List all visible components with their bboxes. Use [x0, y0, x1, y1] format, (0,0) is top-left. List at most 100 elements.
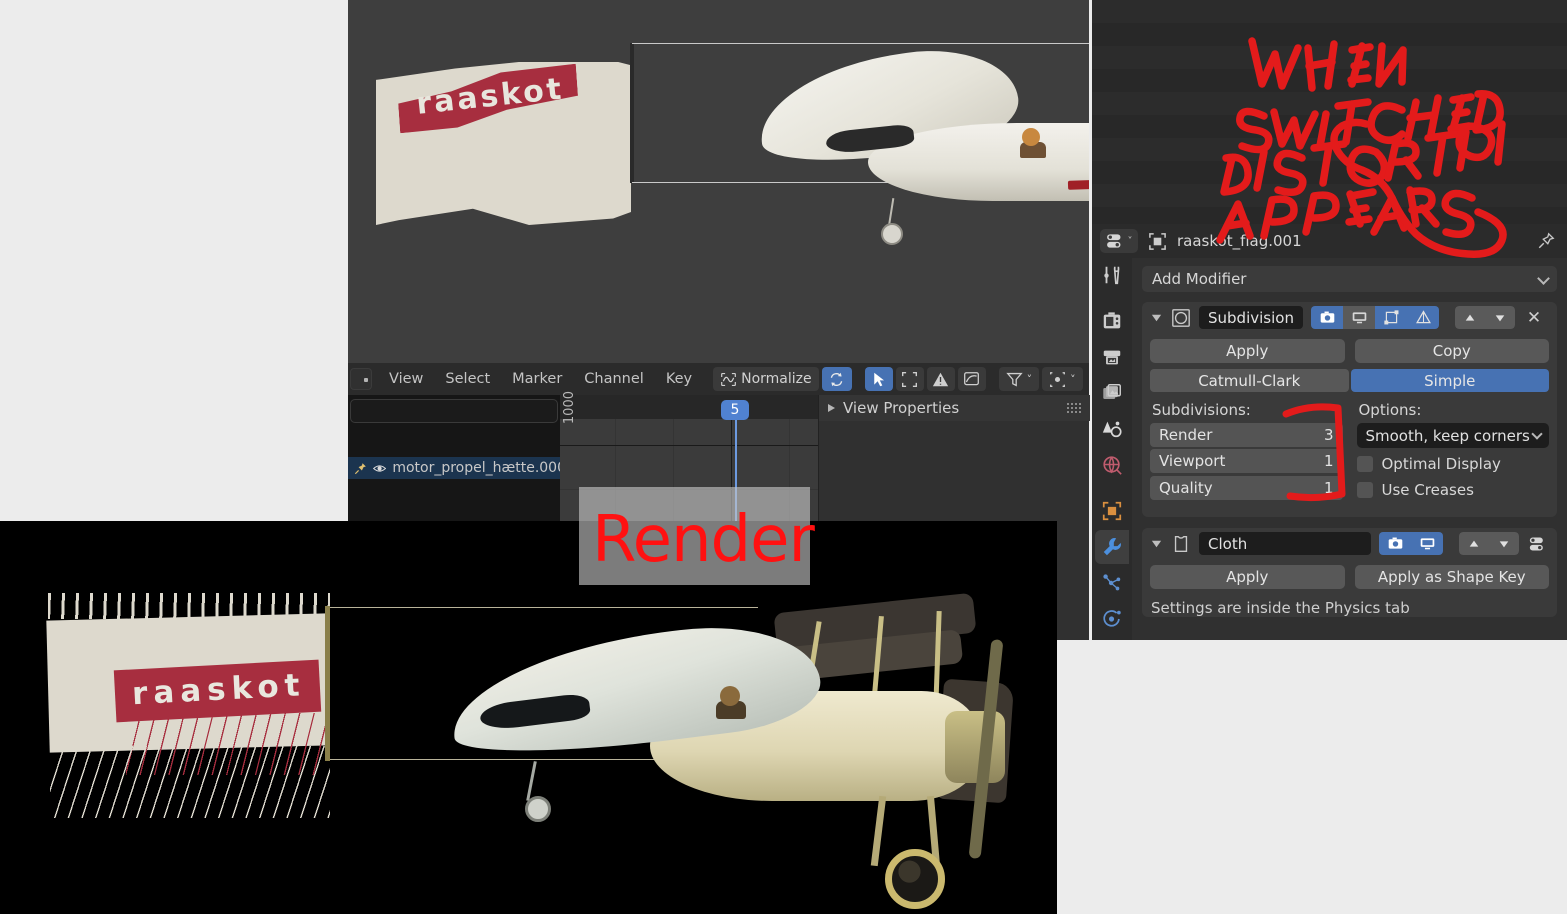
properties-tab-output[interactable]: [1095, 340, 1129, 374]
properties-tab-modifiers[interactable]: [1095, 530, 1129, 564]
subdivision-oncage-toggle[interactable]: [1407, 306, 1439, 329]
properties-tab-particles[interactable]: [1095, 566, 1129, 600]
triangle-down-icon[interactable]: [1150, 537, 1163, 550]
outliner-region[interactable]: [1092, 0, 1567, 230]
object-data-icon: [1149, 232, 1166, 250]
subdivision-values-highlight-box: [1282, 403, 1346, 502]
algorithm-catmull-clark[interactable]: Catmull-Clark: [1150, 369, 1349, 392]
filter-button[interactable]: ˅: [998, 367, 1040, 391]
properties-tab-view-layer[interactable]: [1095, 376, 1129, 410]
menu-marker[interactable]: Marker: [501, 371, 573, 387]
field-quality-label: Quality: [1159, 479, 1213, 497]
subdivision-move-down-button[interactable]: [1485, 306, 1515, 329]
wrench-icon: [1103, 538, 1121, 556]
airplane-model: [748, 28, 1089, 248]
uv-smooth-dropdown[interactable]: Smooth, keep corners: [1356, 423, 1549, 448]
editor-type-icon[interactable]: [350, 368, 372, 390]
render-main-wheel: [885, 849, 945, 909]
menu-select[interactable]: Select: [434, 371, 501, 387]
properties-tab-physics[interactable]: [1095, 602, 1129, 636]
properties-tab-tool[interactable]: [1095, 258, 1129, 292]
cloth-move-up-button[interactable]: [1459, 532, 1489, 555]
view-properties-panel-header[interactable]: View Properties: [819, 395, 1090, 421]
cloth-apply-shape-key-button[interactable]: Apply as Shape Key: [1354, 565, 1549, 589]
particles-icon: [1103, 574, 1121, 591]
cloth-render-toggle[interactable]: [1379, 532, 1411, 555]
cloth-apply-button[interactable]: Apply: [1150, 565, 1345, 589]
optimal-display-row[interactable]: Optimal Display: [1356, 455, 1550, 473]
cloth-viewport-toggle[interactable]: [1411, 532, 1443, 555]
scene-cone-icon: [1102, 421, 1122, 438]
properties-tab-render[interactable]: [1095, 304, 1129, 338]
subdivision-icon: [1172, 308, 1190, 327]
add-modifier-dropdown[interactable]: Add Modifier: [1142, 266, 1557, 292]
properties-tab-world[interactable]: [1095, 448, 1129, 482]
breadcrumb-object-name: raaskot_flag.001: [1177, 232, 1302, 250]
triangle-down-icon[interactable]: [1150, 311, 1163, 324]
proportional-edit-button[interactable]: ˅: [1042, 367, 1083, 391]
subdivision-editmode-toggle[interactable]: [1375, 306, 1407, 329]
ghost-curves-button[interactable]: [957, 367, 986, 391]
physics-orbit-icon: [1103, 610, 1121, 627]
properties-tab-object[interactable]: [1095, 494, 1129, 528]
render-tail-wheel: [525, 796, 551, 822]
cloth-extras-button[interactable]: [1527, 536, 1549, 552]
subdivision-action-row: Apply Copy: [1142, 333, 1557, 363]
normalize-label: Normalize: [741, 371, 812, 387]
render-tail-wheel-strut: [526, 761, 537, 801]
cage-icon: [1415, 310, 1431, 324]
grip-dots-icon[interactable]: [1066, 402, 1082, 413]
subdivision-viewport-toggle[interactable]: [1343, 306, 1375, 329]
pin-icon[interactable]: [1537, 232, 1555, 250]
modifier-cloth-name[interactable]: Cloth: [1199, 532, 1371, 555]
playhead-frame-badge[interactable]: 5: [721, 400, 749, 420]
chevron-down-icon: [1537, 272, 1550, 285]
subdivision-render-toggle[interactable]: [1311, 306, 1343, 329]
properties-tab-column[interactable]: [1092, 258, 1132, 640]
use-creases-row[interactable]: Use Creases: [1356, 481, 1550, 499]
monitor-icon: [1420, 538, 1434, 550]
render-callout-label: Render: [592, 503, 815, 577]
triangle-up-icon: [1465, 314, 1475, 321]
cursor-select-button[interactable]: [864, 367, 893, 391]
proportional-edit-icon: [1050, 371, 1066, 387]
only-errors-button[interactable]: [926, 367, 955, 391]
3d-viewport[interactable]: raaskot: [348, 0, 1089, 363]
modifier-subdivision-name[interactable]: Subdivision: [1199, 306, 1303, 329]
only-errors-icon: [932, 372, 949, 386]
render-distortion-spikes-top: [48, 593, 330, 619]
render-result-image: raaskot: [0, 521, 1057, 914]
subdivision-close-button[interactable]: ✕: [1523, 308, 1545, 328]
eye-icon[interactable]: [373, 461, 387, 476]
browse-data-icon[interactable]: ˅: [1100, 229, 1138, 253]
box-select-button[interactable]: [895, 367, 924, 391]
pin-icon[interactable]: [354, 461, 367, 476]
channel-search-input[interactable]: [350, 399, 558, 423]
options-label: Options:: [1358, 401, 1422, 419]
menu-key[interactable]: Key: [655, 371, 703, 387]
algorithm-simple[interactable]: Simple: [1350, 369, 1549, 392]
filter-icon: [1005, 372, 1023, 386]
menu-view[interactable]: View: [378, 371, 434, 387]
view-properties-title: View Properties: [843, 399, 960, 417]
subdivision-apply-button[interactable]: Apply: [1150, 339, 1345, 363]
menu-channel[interactable]: Channel: [573, 371, 655, 387]
camera-icon: [1388, 537, 1402, 549]
modifier-cloth: Cloth Apply Apply as Shape Key Settings …: [1142, 528, 1557, 617]
channel-name: motor_propel_hætte.000: [392, 460, 566, 476]
browse-data-glyph: [1106, 234, 1120, 248]
images-icon: [1103, 384, 1121, 399]
auto-normalize-button[interactable]: [821, 367, 852, 391]
subdivision-copy-button[interactable]: Copy: [1354, 339, 1549, 363]
normalize-button[interactable]: Normalize: [713, 367, 819, 391]
subdivision-algorithm-toggle: Catmull-Clark Simple: [1142, 363, 1557, 394]
triangle-right-icon: [828, 404, 835, 412]
subdivision-move-up-button[interactable]: [1455, 306, 1485, 329]
channel-row-motor-propel[interactable]: motor_propel_hætte.000: [348, 457, 566, 479]
triangle-up-icon: [1469, 540, 1479, 547]
properties-tab-scene[interactable]: [1095, 412, 1129, 446]
cloth-move-down-button[interactable]: [1489, 532, 1519, 555]
normalize-icon: [721, 372, 737, 386]
chevron-down-icon: [1531, 428, 1543, 440]
ghost-curves-icon: [964, 371, 980, 385]
